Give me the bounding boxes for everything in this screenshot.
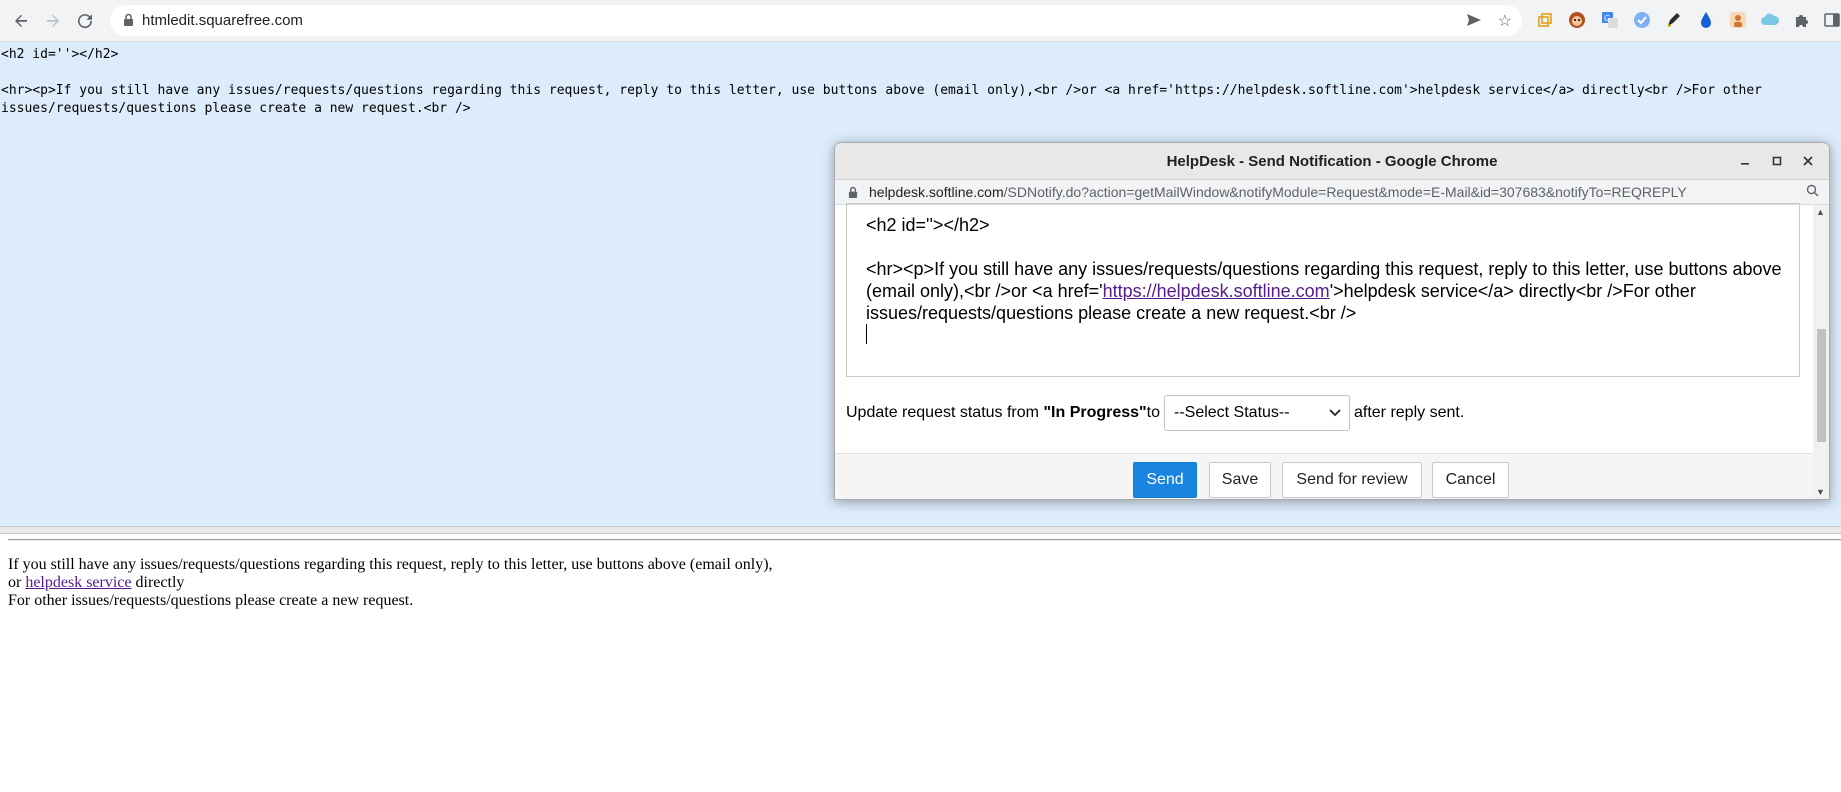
minimize-icon[interactable] [1736,152,1754,170]
chevron-down-icon [1329,404,1341,422]
back-icon[interactable] [9,9,33,33]
compose-body: <hr><p>If you still have any issues/requ… [866,258,1786,324]
reload-icon[interactable] [73,9,97,33]
status-prefix: Update request status from [846,404,1039,421]
cancel-button[interactable]: Cancel [1432,462,1509,498]
pen-extension-icon[interactable] [1664,10,1684,30]
lock-icon [123,13,134,32]
bookmark-star-icon[interactable]: ☆ [1498,11,1512,31]
popup-title-bar[interactable]: HelpDesk - Send Notification - Google Ch… [835,143,1829,180]
maximize-icon[interactable] [1768,152,1786,170]
text-cursor [866,324,867,344]
preview-horizontal-rule [8,539,1841,541]
send-button[interactable]: Send [1133,462,1197,498]
preview-line-3: For other issues/requests/questions plea… [8,592,414,609]
editor-source-text[interactable]: <h2 id=''></h2> <hr><p>If you still have… [0,42,1831,118]
translate-extension-icon[interactable]: G [1600,10,1620,30]
cloud-extension-icon[interactable] [1760,10,1780,30]
drop-extension-icon[interactable] [1696,10,1716,30]
person-extension-icon[interactable] [1728,10,1748,30]
compose-helpdesk-link[interactable]: https://helpdesk.softline.com [1103,281,1330,301]
status-update-row: Update request status from "In Progress"… [846,395,1464,431]
lock-icon [848,186,858,204]
compose-line-1: <h2 id=''></h2> [866,215,990,235]
tabs-extension-icon[interactable] [1535,10,1555,30]
send-for-review-button[interactable]: Send for review [1282,462,1422,498]
popup-body: <h2 id=''></h2> <hr><p>If you still have… [835,203,1829,499]
address-url: htmledit.squarefree.com [142,12,303,29]
status-suffix: after reply sent. [1353,404,1465,421]
current-status: "In Progress" [1043,404,1147,421]
pane-splitter[interactable] [0,526,1841,534]
action-button-bar: Send Save Send for review Cancel [835,453,1813,499]
close-icon[interactable] [1799,152,1817,170]
side-panel-icon[interactable] [1822,10,1841,30]
status-to: to [1146,404,1160,421]
scroll-down-icon[interactable]: ▼ [1816,487,1825,497]
address-bar[interactable]: htmledit.squarefree.com ☆ [110,5,1522,36]
svg-text:G: G [1604,14,1610,23]
compose-content[interactable]: <h2 id=''></h2> <hr><p>If you still have… [866,214,1786,324]
preview-paragraph: If you still have any issues/requests/qu… [8,556,773,610]
popup-url-domain: helpdesk.softline.com [869,184,1004,200]
popup-address-bar: helpdesk.softline.com/SDNotify.do?action… [835,180,1829,205]
preview-line-2-prefix: or [8,574,26,591]
forward-icon[interactable] [41,9,65,33]
check-extension-icon[interactable] [1632,10,1652,30]
popup-url-path: /SDNotify.do?action=getMailWindow&notify… [1003,184,1687,200]
save-button[interactable]: Save [1209,462,1271,498]
status-select-value: --Select Status-- [1173,404,1290,421]
helpdesk-service-link[interactable]: helpdesk service [25,574,131,591]
html-preview-pane: If you still have any issues/requests/qu… [0,534,1841,792]
browser-toolbar: htmledit.squarefree.com ☆ G [0,0,1841,42]
preview-line-2-suffix: directly [131,574,185,591]
reply-compose-area[interactable]: <h2 id=''></h2> <hr><p>If you still have… [846,203,1800,377]
scrollbar-thumb[interactable] [1817,329,1826,442]
zoom-icon[interactable] [1806,184,1819,200]
popup-scrollbar[interactable]: ▲ ▼ [1813,205,1829,499]
preview-line-1: If you still have any issues/requests/qu… [8,556,773,573]
send-notification-popup: HelpDesk - Send Notification - Google Ch… [834,142,1830,500]
scroll-up-icon[interactable]: ▲ [1816,207,1825,217]
popup-title: HelpDesk - Send Notification - Google Ch… [1166,153,1498,170]
status-select[interactable]: --Select Status-- [1163,395,1350,431]
send-tab-icon[interactable] [1466,13,1482,32]
popup-url: helpdesk.softline.com/SDNotify.do?action… [869,184,1687,200]
monkey-extension-icon[interactable] [1567,10,1587,30]
extensions-puzzle-icon[interactable] [1792,10,1812,30]
